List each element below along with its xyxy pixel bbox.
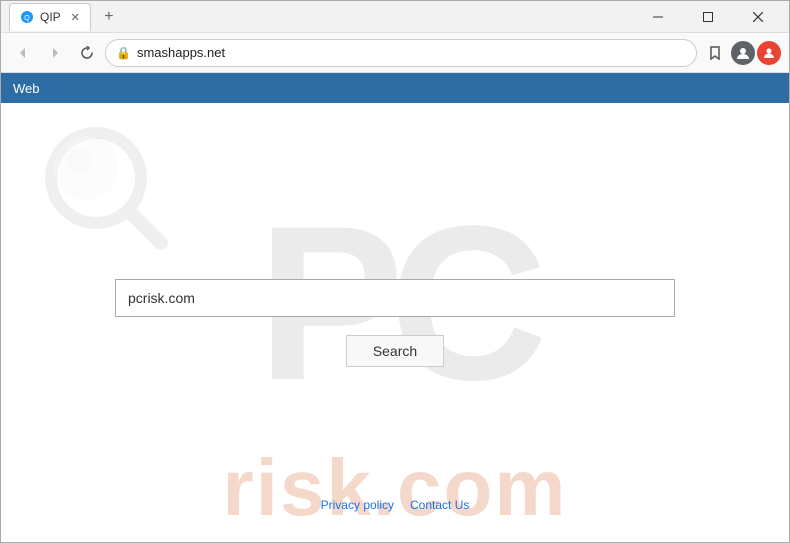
- toolbar: Web: [1, 73, 789, 103]
- contact-us-link[interactable]: Contact Us: [410, 498, 469, 512]
- tab-strip: Q QIP ✕ +: [9, 3, 635, 31]
- svg-text:Q: Q: [24, 15, 30, 22]
- bookmark-icon[interactable]: [701, 39, 729, 67]
- active-tab[interactable]: Q QIP ✕: [9, 3, 91, 31]
- minimize-button[interactable]: [635, 1, 681, 33]
- watermark-magnifier: [41, 123, 171, 253]
- search-button[interactable]: Search: [346, 335, 444, 367]
- search-form: Search: [115, 279, 675, 367]
- forward-button[interactable]: [41, 39, 69, 67]
- address-bar-actions: [701, 39, 781, 67]
- lock-icon: 🔒: [116, 46, 131, 60]
- watermark-risk-area: risk.com: [1, 442, 789, 534]
- new-tab-button[interactable]: +: [95, 3, 123, 31]
- tab-close-icon[interactable]: ✕: [71, 11, 80, 24]
- search-input[interactable]: [116, 280, 674, 316]
- search-input-wrapper[interactable]: [115, 279, 675, 317]
- close-button[interactable]: [735, 1, 781, 33]
- restore-button[interactable]: [685, 1, 731, 33]
- privacy-policy-link[interactable]: Privacy policy: [321, 498, 394, 512]
- toolbar-web-label: Web: [13, 81, 40, 96]
- page-content: PC risk.com Search Privacy policy Contac…: [1, 103, 789, 542]
- url-text: smashapps.net: [137, 45, 686, 60]
- tab-favicon: Q: [20, 10, 34, 24]
- tab-title: QIP: [40, 10, 61, 24]
- url-bar[interactable]: 🔒 smashapps.net: [105, 39, 697, 67]
- watermark-risk-text: risk.com: [222, 443, 567, 532]
- footer-links: Privacy policy Contact Us: [1, 498, 789, 512]
- address-bar: 🔒 smashapps.net: [1, 33, 789, 73]
- back-button[interactable]: [9, 39, 37, 67]
- browser-window: Q QIP ✕ +: [0, 0, 790, 543]
- profile-red-button[interactable]: [757, 41, 781, 65]
- reload-button[interactable]: [73, 39, 101, 67]
- window-controls: [635, 1, 781, 33]
- profile-button[interactable]: [731, 41, 755, 65]
- title-bar: Q QIP ✕ +: [1, 1, 789, 33]
